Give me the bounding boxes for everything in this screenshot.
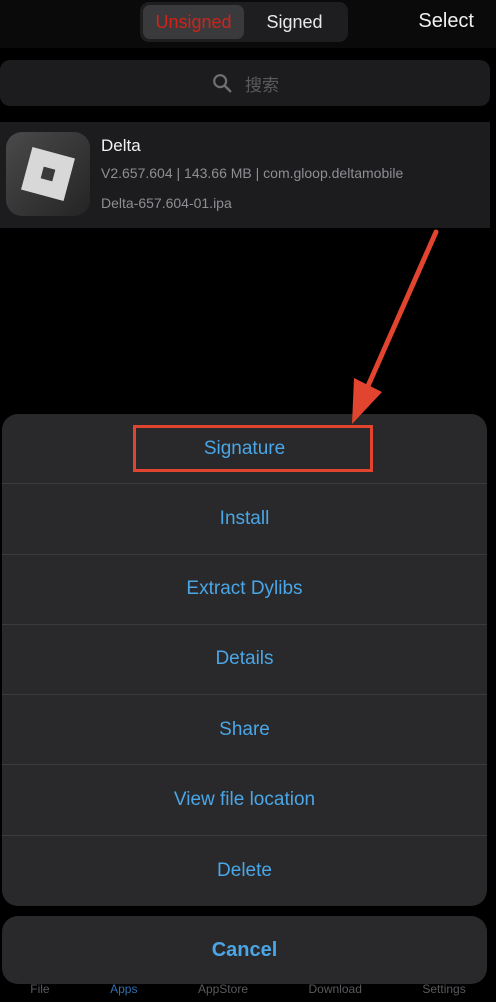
app-metadata: V2.657.604 | 143.66 MB | com.gloop.delta… [101,165,404,181]
action-extract-dylibs[interactable]: Extract Dylibs [2,555,487,625]
roblox-logo-icon [6,132,90,216]
search-placeholder: 搜索 [245,75,279,95]
app-list-item[interactable]: Delta V2.657.604 | 143.66 MB | com.gloop… [0,122,490,228]
search-icon [213,74,232,93]
action-delete[interactable]: Delete [2,836,487,906]
app-name: Delta [101,136,141,155]
segment-unsigned[interactable]: Unsigned [143,5,244,39]
top-bar: Unsigned Signed Select [0,0,496,48]
action-sheet: Signature Install Extract Dylibs Details… [2,414,487,906]
search-bar[interactable]: 搜索 [0,60,490,106]
select-button[interactable]: Select [418,10,474,33]
app-filename: Delta-657.604-01.ipa [101,195,232,211]
cancel-button[interactable]: Cancel [2,916,487,984]
action-install[interactable]: Install [2,484,487,555]
segment-signed[interactable]: Signed [244,5,345,39]
signed-filter-segmented-control: Unsigned Signed [140,2,348,42]
action-view-file-location[interactable]: View file location [2,765,487,836]
action-details[interactable]: Details [2,625,487,696]
action-share[interactable]: Share [2,695,487,766]
action-signature[interactable]: Signature [2,414,487,485]
